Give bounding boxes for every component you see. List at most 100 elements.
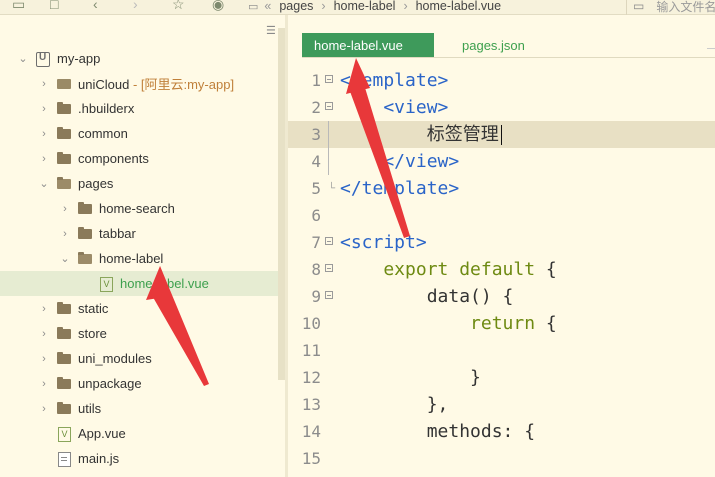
hamburger-icon[interactable]: ☰: [266, 24, 276, 37]
tree-item[interactable]: › unpackage: [0, 371, 278, 396]
forward-icon[interactable]: ›: [133, 0, 138, 12]
code-line[interactable]: 5 └ </template>: [288, 175, 715, 202]
vue-file-icon: V: [98, 276, 114, 292]
tree-item[interactable]: › utils: [0, 396, 278, 421]
line-number: 13: [301, 395, 321, 414]
code-line[interactable]: 13 },: [288, 391, 715, 418]
code-text: 标签管理: [340, 121, 503, 148]
line-number: 1: [311, 71, 321, 90]
breadcrumb-separator-icon: ›: [403, 0, 408, 13]
code-line[interactable]: 3 标签管理: [288, 121, 715, 148]
code-token: 标签管理: [340, 124, 499, 145]
code-text: }: [340, 364, 481, 391]
folder-icon: [56, 376, 72, 392]
breadcrumb-back-icon[interactable]: «: [264, 0, 271, 13]
tree-item-label: home-label: [99, 251, 164, 266]
code-line[interactable]: 4 </view>: [288, 148, 715, 175]
tree-item[interactable]: › common: [0, 121, 278, 146]
code-token: }: [340, 367, 481, 388]
chevron-right-icon[interactable]: ›: [38, 103, 50, 115]
code-line[interactable]: 14 methods: {: [288, 418, 715, 445]
code-text: </view>: [340, 148, 459, 175]
tree-item[interactable]: › uniCloud - [阿里云:my-app]: [0, 71, 278, 96]
fold-toggle-icon[interactable]: [325, 264, 333, 272]
tree-item[interactable]: › .hbuilderx: [0, 96, 278, 121]
code-line[interactable]: 2 <view>: [288, 94, 715, 121]
code-line[interactable]: 12 }: [288, 364, 715, 391]
breadcrumb: ▭ « pages › home-label › home-label.vue: [248, 0, 620, 16]
run-icon[interactable]: ◉: [212, 0, 224, 12]
line-number: 2: [311, 98, 321, 117]
tree-item[interactable]: › home-search: [0, 196, 278, 221]
code-line[interactable]: 7 <script>: [288, 229, 715, 256]
code-line[interactable]: 10 return {: [288, 310, 715, 337]
tree-item-label: home-search: [99, 201, 175, 216]
code-token: </template>: [340, 178, 460, 199]
chevron-down-icon[interactable]: ⌄: [38, 177, 50, 190]
breadcrumb-item[interactable]: home-label: [334, 0, 396, 13]
editor-scrollbar[interactable]: [707, 48, 715, 67]
folder-icon: [56, 151, 72, 167]
tree-item[interactable]: ⌄ my-app: [0, 46, 278, 71]
folder-open-icon: [77, 251, 93, 267]
chevron-right-icon[interactable]: ›: [38, 128, 50, 140]
chevron-down-icon[interactable]: ⌄: [17, 52, 29, 65]
tab-label: pages.json: [462, 37, 525, 53]
new-file-icon[interactable]: □: [50, 0, 58, 12]
file-search-input[interactable]: ▭ 输入文件名: [626, 0, 715, 16]
line-number: 5: [311, 179, 321, 198]
chevron-down-icon[interactable]: ⌄: [59, 252, 71, 265]
tree-item[interactable]: main.js: [0, 446, 278, 471]
chevron-right-icon[interactable]: ›: [59, 203, 71, 215]
code-line[interactable]: 9 data() {: [288, 283, 715, 310]
code-line[interactable]: 6: [288, 202, 715, 229]
breadcrumb-item[interactable]: pages: [279, 0, 313, 13]
sidebar-scrollbar[interactable]: [278, 28, 285, 380]
fold-toggle-icon[interactable]: [325, 291, 333, 299]
chevron-right-icon[interactable]: ›: [38, 353, 50, 365]
search-placeholder: 输入文件名: [656, 0, 715, 14]
tree-item[interactable]: V App.vue: [0, 421, 278, 446]
line-number: 9: [311, 287, 321, 306]
tree-item-label: .hbuilderx: [78, 101, 135, 116]
tab-home-label-vue[interactable]: home-label.vue: [302, 33, 434, 57]
line-number: 10: [301, 314, 321, 333]
chevron-right-icon[interactable]: ›: [38, 328, 50, 340]
line-number: 6: [311, 206, 321, 225]
line-number: 8: [311, 260, 321, 279]
folder-icon: [56, 326, 72, 342]
code-line[interactable]: 11: [288, 337, 715, 364]
tree-item[interactable]: › components: [0, 146, 278, 171]
tree-item-label: pages: [78, 176, 114, 191]
fold-toggle-icon[interactable]: [325, 237, 333, 245]
tab-pages-json[interactable]: pages.json: [462, 33, 525, 57]
tree-item[interactable]: Vhome-label.vue: [0, 271, 278, 296]
tree-item[interactable]: › tabbar: [0, 221, 278, 246]
chevron-right-icon[interactable]: ›: [38, 153, 50, 165]
code-text: data() {: [340, 283, 514, 310]
fold-end-icon: └: [328, 183, 336, 194]
line-number: 7: [311, 233, 321, 252]
tree-item[interactable]: ⌄ home-label: [0, 246, 278, 271]
tree-item[interactable]: › uni_modules: [0, 346, 278, 371]
breadcrumb-item[interactable]: home-label.vue: [416, 0, 501, 13]
menu-icon[interactable]: ▭: [12, 0, 25, 12]
code-line[interactable]: 1 <template>: [288, 67, 715, 94]
chevron-right-icon[interactable]: ›: [38, 378, 50, 390]
code-line[interactable]: 15: [288, 445, 715, 472]
tree-item[interactable]: › store: [0, 321, 278, 346]
code-token: export default: [340, 259, 546, 280]
chevron-right-icon[interactable]: ›: [38, 303, 50, 315]
fold-toggle-icon[interactable]: [325, 75, 333, 83]
chevron-right-icon[interactable]: ›: [38, 403, 50, 415]
tree-item[interactable]: ⌄ pages: [0, 171, 278, 196]
back-icon[interactable]: ‹: [93, 0, 98, 12]
fold-toggle-icon[interactable]: [325, 102, 333, 110]
code-token: data: [340, 286, 471, 307]
chevron-right-icon[interactable]: ›: [59, 228, 71, 240]
chevron-right-icon[interactable]: ›: [38, 78, 50, 90]
star-icon[interactable]: ☆: [172, 0, 185, 12]
tree-item[interactable]: › static: [0, 296, 278, 321]
code-token: <view>: [340, 97, 449, 118]
code-line[interactable]: 8 export default {: [288, 256, 715, 283]
